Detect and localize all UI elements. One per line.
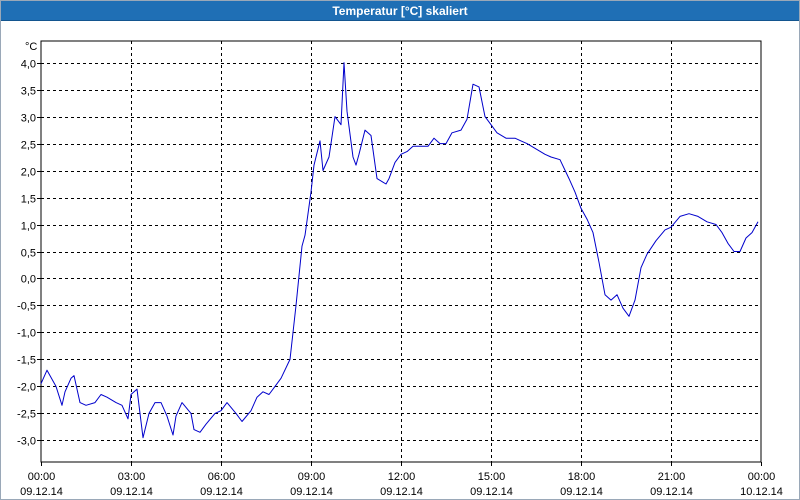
- y-tick-label: 2,5: [21, 140, 36, 152]
- y-tick-label: 4,0: [21, 59, 36, 71]
- x-axis-ticks: 00:00 09.12.14 03:00 09.12.14 06:00 09.12.14 0…: [20, 462, 783, 498]
- x-tick-date-label: 09.12.14: [110, 486, 153, 498]
- y-tick-label: 2,0: [21, 167, 36, 179]
- y-tick-label: 3,5: [21, 86, 36, 98]
- x-tick-date-label: 09.12.14: [380, 486, 423, 498]
- x-tick-date-label: 09.12.14: [560, 486, 603, 498]
- chart-window: Temperatur [°C] skaliert °C 4,0 3,5 3,0 2,5…: [0, 0, 800, 500]
- y-tick-label: 0,0: [21, 274, 36, 286]
- x-tick-time-label: 21:00: [658, 471, 686, 483]
- x-tick-date-label: 09.12.14: [650, 486, 693, 498]
- y-tick-label: 1,5: [21, 194, 36, 206]
- y-tick-label: -1,0: [17, 328, 36, 340]
- x-tick-time-label: 12:00: [388, 471, 416, 483]
- x-tick-date-label: 10.12.14: [740, 486, 783, 498]
- x-tick-date-label: 09.12.14: [470, 486, 513, 498]
- x-tick-time-label: 18:00: [568, 471, 596, 483]
- y-axis-ticks: 4,0 3,5 3,0 2,5 2,0 1,5 1,0 0,5 0,0 -0,5 -1,0 -1,5 -…: [17, 59, 41, 448]
- x-tick-time-label: 06:00: [208, 471, 236, 483]
- y-axis-unit-label: °C: [25, 41, 37, 53]
- temperature-chart: °C 4,0 3,5 3,0 2,5 2,0 1,5 1,0 0,5 0,0 -0,5 -1,0 -1…: [17, 40, 783, 498]
- y-tick-label: 3,0: [21, 113, 36, 125]
- x-tick-time-label: 15:00: [478, 471, 506, 483]
- x-tick-time-label: 00:00: [28, 471, 56, 483]
- x-tick-date-label: 09.12.14: [200, 486, 243, 498]
- y-tick-label: -0,5: [17, 301, 36, 313]
- x-tick-date-label: 09.12.14: [290, 486, 333, 498]
- y-tick-label: 1,0: [21, 221, 36, 233]
- x-tick-time-label: 09:00: [298, 471, 326, 483]
- x-tick-time-label: 00:00: [748, 471, 776, 483]
- x-tick-time-label: 03:00: [118, 471, 146, 483]
- y-tick-label: -1,5: [17, 355, 36, 367]
- x-tick-date-label: 09.12.14: [20, 486, 63, 498]
- y-tick-label: 0,5: [21, 248, 36, 260]
- y-tick-label: -2,0: [17, 382, 36, 394]
- y-tick-label: -2,5: [17, 409, 36, 421]
- y-tick-label: -3,0: [17, 436, 36, 448]
